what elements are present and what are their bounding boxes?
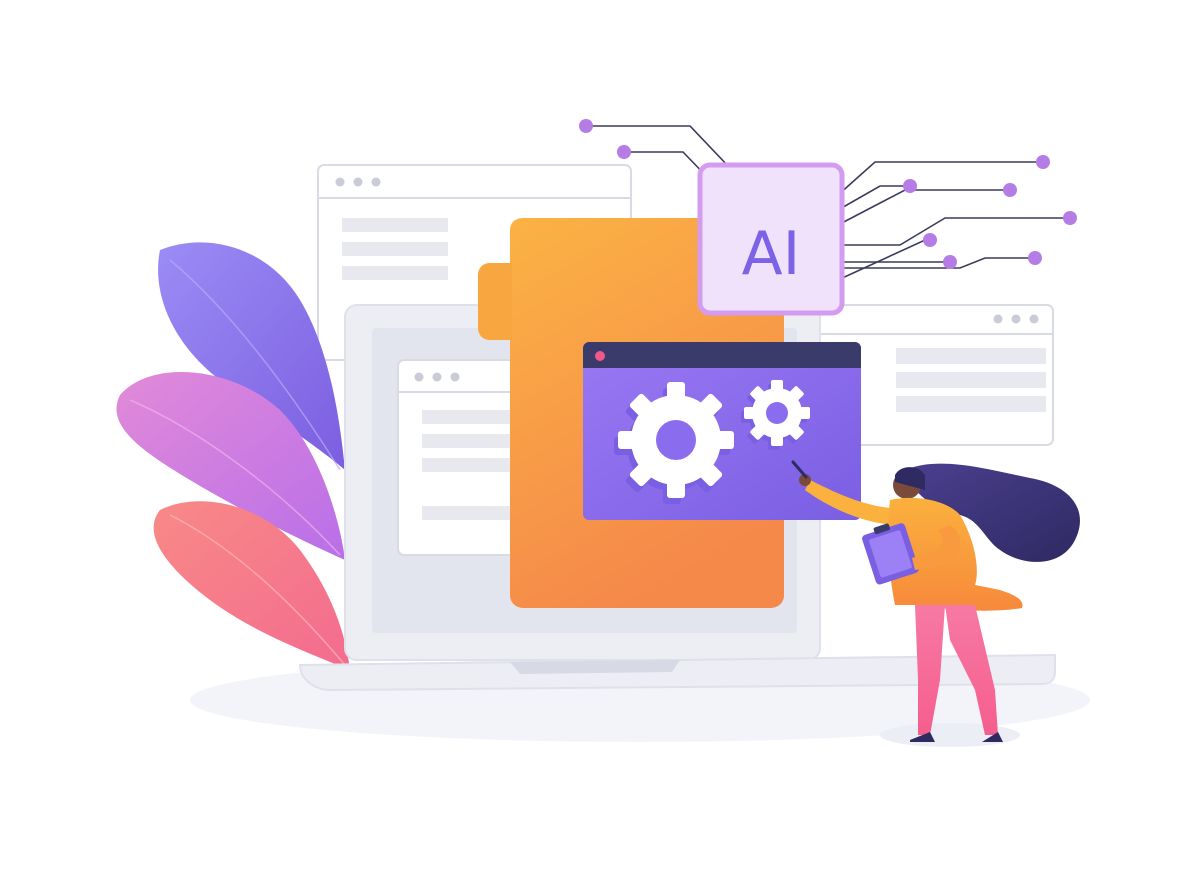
window-dot-icon — [595, 351, 605, 361]
leaf-decoration — [116, 242, 350, 670]
ai-badge: AI — [697, 162, 845, 316]
ai-illustration: AI — [0, 0, 1197, 876]
illustration-svg: AI — [116, 119, 1090, 747]
ai-badge-label: AI — [742, 219, 801, 289]
